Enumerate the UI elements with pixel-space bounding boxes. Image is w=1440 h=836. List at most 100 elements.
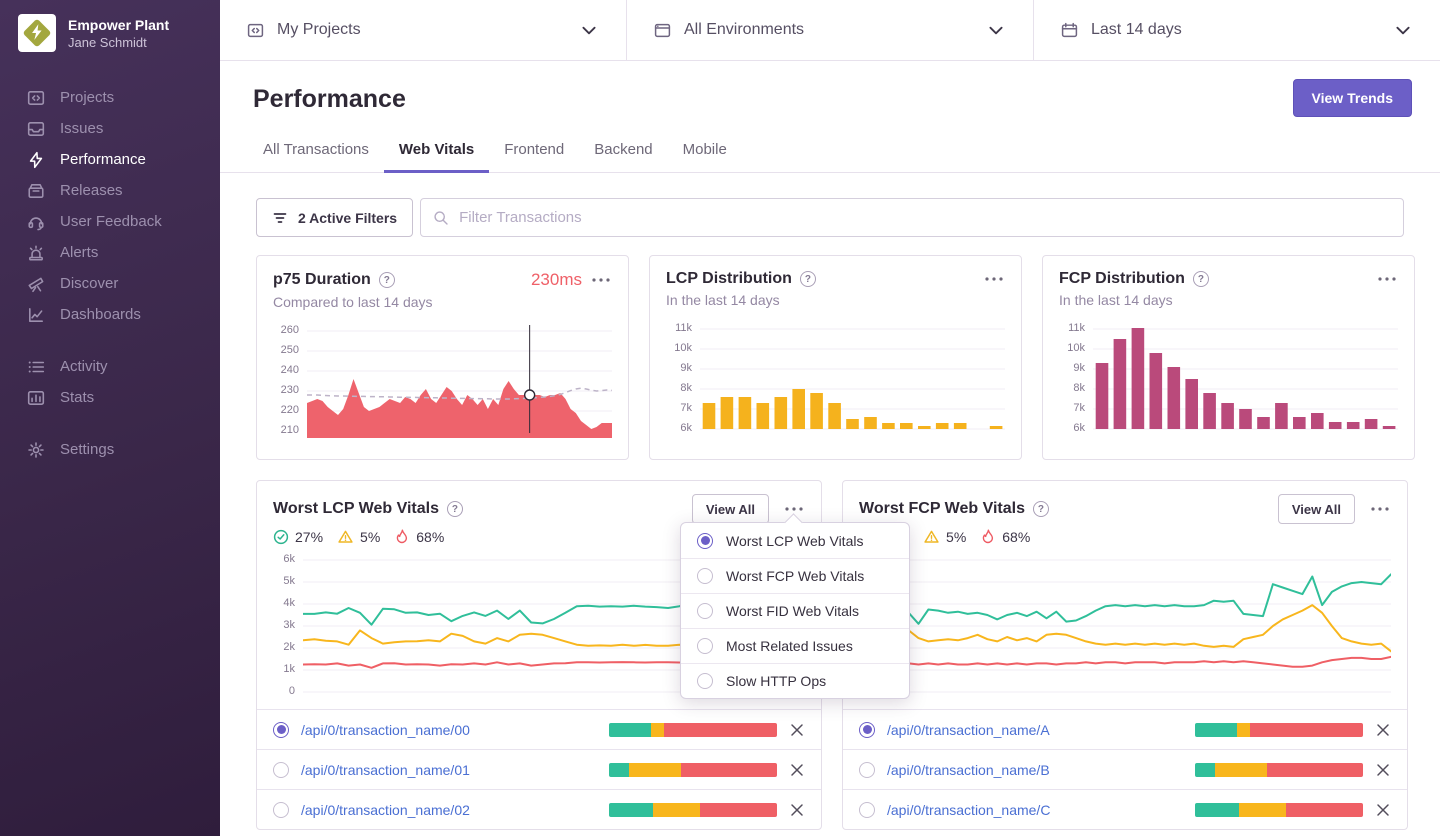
view-trends-button[interactable]: View Trends <box>1293 79 1412 117</box>
date-range-label: Last 14 days <box>1091 21 1182 39</box>
sidebar-item-alerts[interactable]: Alerts <box>0 237 220 268</box>
fcp-distribution-chart[interactable] <box>1093 322 1398 436</box>
radio-button[interactable] <box>273 762 289 778</box>
close-icon[interactable] <box>1375 802 1391 818</box>
sidebar-item-label: Performance <box>60 151 146 168</box>
search-box <box>420 198 1404 237</box>
discover-icon <box>27 275 45 293</box>
help-icon[interactable]: ? <box>1033 501 1049 517</box>
environment-selector-label: All Environments <box>684 21 804 39</box>
sidebar-item-label: Alerts <box>60 244 98 261</box>
calendar-icon <box>1061 22 1078 39</box>
tab-frontend[interactable]: Frontend <box>489 131 579 173</box>
transaction-row: /api/0/transaction_name/00 <box>257 709 821 749</box>
transaction-link[interactable]: /api/0/transaction_name/01 <box>301 762 470 778</box>
card-title: LCP Distribution <box>666 270 792 288</box>
transaction-link[interactable]: /api/0/transaction_name/02 <box>301 802 470 818</box>
worst-fcp-chart[interactable] <box>889 554 1391 704</box>
search-input[interactable] <box>459 209 1391 226</box>
card-title: Worst LCP Web Vitals <box>273 500 439 518</box>
context-menu-icon[interactable] <box>783 505 805 513</box>
projects-icon <box>27 89 45 107</box>
help-icon[interactable]: ? <box>1193 271 1209 287</box>
activity-icon <box>27 358 45 376</box>
stats-icon <box>27 389 45 407</box>
lcp-distribution-chart[interactable] <box>700 322 1005 436</box>
sidebar: Empower Plant Jane Schmidt Projects Issu… <box>0 0 220 836</box>
context-menu-icon[interactable] <box>590 276 612 284</box>
sidebar-item-discover[interactable]: Discover <box>0 268 220 299</box>
menu-item-worst-fid[interactable]: Worst FID Web Vitals <box>681 593 909 628</box>
environment-selector[interactable]: All Environments <box>626 0 1033 60</box>
card-subtitle: Compared to last 14 days <box>273 294 612 310</box>
summary-cards-row: p75 Duration ? 230ms Compared to last 14… <box>256 255 1404 460</box>
transaction-row: /api/0/transaction_name/02 <box>257 789 821 829</box>
card-subtitle: In the last 14 days <box>666 292 1005 308</box>
radio-button[interactable] <box>273 722 289 738</box>
tab-all-transactions[interactable]: All Transactions <box>248 131 384 173</box>
org-switcher[interactable]: Empower Plant Jane Schmidt <box>0 0 220 70</box>
menu-item-worst-lcp[interactable]: Worst LCP Web Vitals <box>681 523 909 558</box>
sidebar-item-issues[interactable]: Issues <box>0 113 220 144</box>
user-feedback-icon <box>27 213 45 231</box>
radio-button[interactable] <box>859 722 875 738</box>
close-icon[interactable] <box>1375 762 1391 778</box>
view-all-button[interactable]: View All <box>692 494 769 524</box>
transaction-link[interactable]: /api/0/transaction_name/B <box>887 762 1050 778</box>
sidebar-item-dashboards[interactable]: Dashboards <box>0 299 220 330</box>
help-icon[interactable]: ? <box>379 272 395 288</box>
vitals-breakdown-bar <box>1195 723 1363 737</box>
sidebar-item-performance[interactable]: Performance <box>0 144 220 175</box>
p75-duration-chart[interactable] <box>307 324 612 438</box>
vitals-stats: 27% 5% 68% <box>843 524 1407 548</box>
settings-icon <box>27 441 45 459</box>
radio-button[interactable] <box>859 762 875 778</box>
tab-bar: All Transactions Web Vitals Frontend Bac… <box>248 131 742 173</box>
empower-plant-logo-icon <box>18 14 56 52</box>
transaction-row: /api/0/transaction_name/A <box>843 709 1407 749</box>
issues-icon <box>27 120 45 138</box>
project-selector[interactable]: My Projects <box>220 0 626 60</box>
transaction-link[interactable]: /api/0/transaction_name/00 <box>301 722 470 738</box>
help-icon[interactable]: ? <box>447 501 463 517</box>
tab-web-vitals[interactable]: Web Vitals <box>384 131 489 173</box>
p75-value: 230ms <box>531 270 582 290</box>
sidebar-item-stats[interactable]: Stats <box>0 382 220 413</box>
help-icon[interactable]: ? <box>800 271 816 287</box>
context-menu-icon[interactable] <box>1376 275 1398 283</box>
performance-icon <box>27 151 45 169</box>
menu-item-worst-fcp[interactable]: Worst FCP Web Vitals <box>681 558 909 593</box>
menu-item-slow-http-ops[interactable]: Slow HTTP Ops <box>681 663 909 698</box>
context-menu-icon[interactable] <box>983 275 1005 283</box>
date-range-selector[interactable]: Last 14 days <box>1033 0 1440 60</box>
transaction-link[interactable]: /api/0/transaction_name/C <box>887 802 1050 818</box>
vitals-breakdown-bar <box>609 723 777 737</box>
poor-stat: 68% <box>394 529 444 545</box>
close-icon[interactable] <box>1375 722 1391 738</box>
close-icon[interactable] <box>789 722 805 738</box>
active-filters-label: 2 Active Filters <box>298 210 397 226</box>
org-user: Jane Schmidt <box>68 35 169 50</box>
radio-button[interactable] <box>273 802 289 818</box>
active-filters-button[interactable]: 2 Active Filters <box>256 198 413 237</box>
close-icon[interactable] <box>789 762 805 778</box>
filter-row: 2 Active Filters <box>256 198 1404 237</box>
releases-icon <box>27 182 45 200</box>
tab-backend[interactable]: Backend <box>579 131 667 173</box>
transaction-link[interactable]: /api/0/transaction_name/A <box>887 722 1050 738</box>
sidebar-item-activity[interactable]: Activity <box>0 351 220 382</box>
main-content: 2 Active Filters p75 Duration ? 230ms Co… <box>220 173 1440 836</box>
close-icon[interactable] <box>789 802 805 818</box>
menu-item-most-related-issues[interactable]: Most Related Issues <box>681 628 909 663</box>
sidebar-item-user-feedback[interactable]: User Feedback <box>0 206 220 237</box>
context-menu-icon[interactable] <box>1369 505 1391 513</box>
sidebar-item-releases[interactable]: Releases <box>0 175 220 206</box>
view-all-button[interactable]: View All <box>1278 494 1355 524</box>
radio-button[interactable] <box>859 802 875 818</box>
sidebar-item-settings[interactable]: Settings <box>0 434 220 465</box>
vitals-breakdown-bar <box>1195 763 1363 777</box>
sidebar-item-label: Settings <box>60 441 114 458</box>
vitals-breakdown-bar <box>609 763 777 777</box>
tab-mobile[interactable]: Mobile <box>668 131 742 173</box>
sidebar-item-projects[interactable]: Projects <box>0 82 220 113</box>
